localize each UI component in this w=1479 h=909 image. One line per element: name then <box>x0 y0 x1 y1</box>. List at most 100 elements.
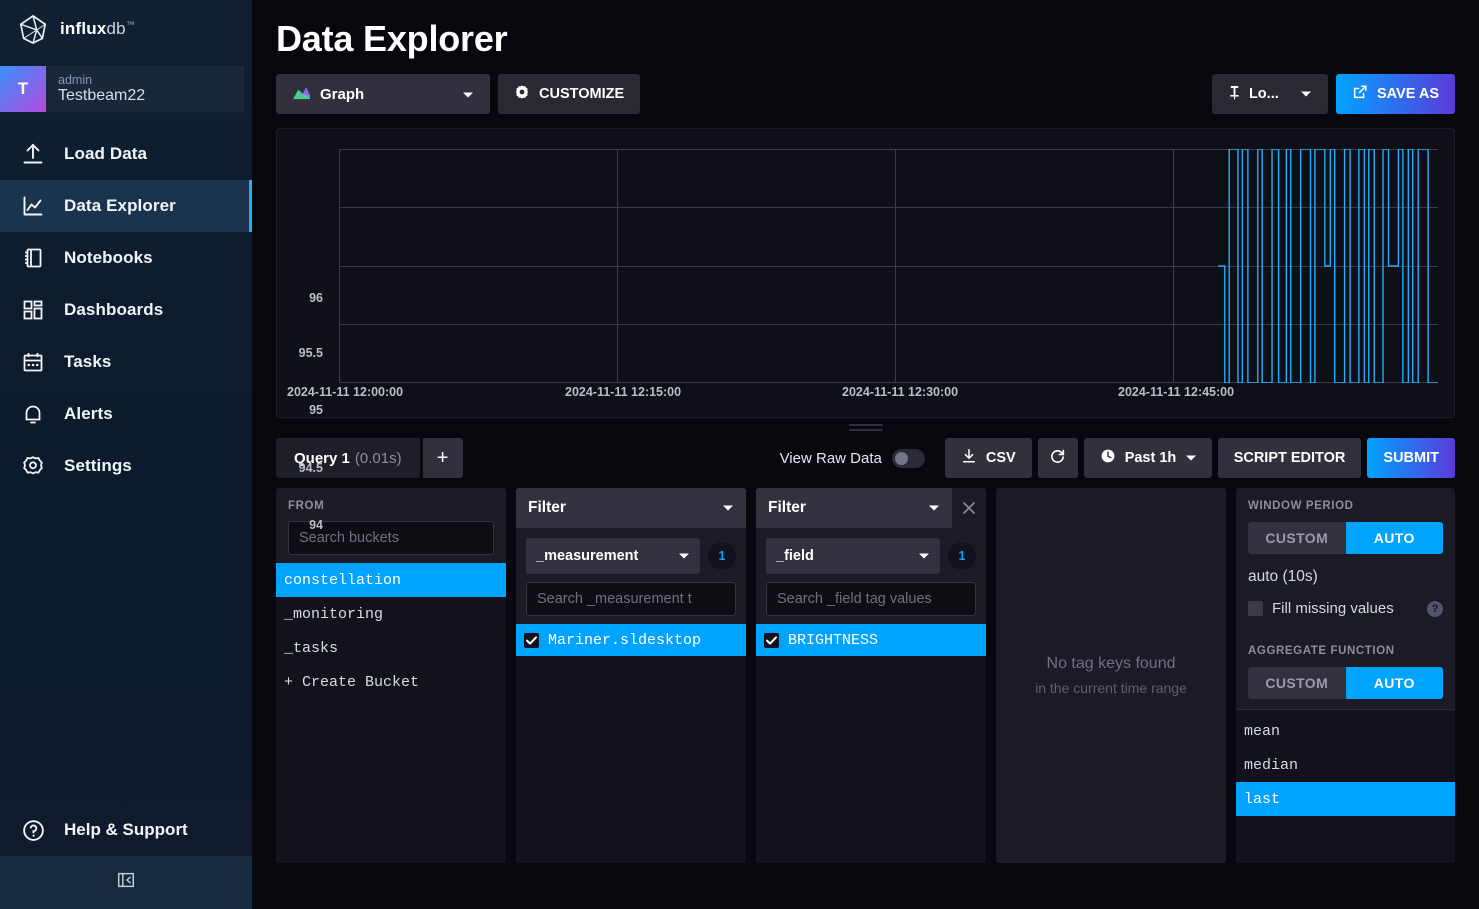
notebook-icon <box>20 245 46 271</box>
calendar-icon <box>20 349 46 375</box>
filter-key-dropdown[interactable]: _field <box>766 538 940 574</box>
function-item-last[interactable]: last <box>1236 782 1455 816</box>
y-tick-label: 95.5 <box>298 346 323 360</box>
chevron-down-icon <box>1300 86 1312 102</box>
app-logo-text: influxdb™ <box>60 19 136 38</box>
y-tick-label: 96 <box>309 291 323 305</box>
window-period-custom-button[interactable]: CUSTOM <box>1248 522 1346 554</box>
script-editor-button[interactable]: SCRIPT EDITOR <box>1217 438 1362 478</box>
locality-label: Lo... <box>1248 86 1279 102</box>
sidebar-item-settings[interactable]: Settings <box>0 440 252 492</box>
graph-inner: 96 95.5 95 94.5 94 2024-11-11 12:00:00 2… <box>277 129 1454 532</box>
x-tick-label: 2024-11-11 12:15:00 <box>565 385 682 399</box>
save-as-button[interactable]: SAVE AS <box>1335 74 1455 114</box>
empty-state-subtitle: in the current time range <box>1035 680 1187 696</box>
from-label: FROM <box>288 500 325 512</box>
panel-resize-handle[interactable] <box>848 424 883 432</box>
customize-label: CUSTOMIZE <box>539 86 625 102</box>
window-period-toggle: CUSTOM AUTO <box>1248 522 1443 554</box>
field-item-brightness[interactable]: BRIGHTNESS <box>756 624 986 656</box>
visualization-type-dropdown[interactable]: Graph <box>276 74 490 114</box>
filter-selection-count: 1 <box>708 542 736 570</box>
refresh-button[interactable] <box>1037 438 1078 478</box>
question-mark-icon[interactable]: ? <box>1427 600 1443 617</box>
sidebar: influxdb™ T admin Testbeam22 Load Data D… <box>0 0 252 909</box>
window-period-auto-button[interactable]: AUTO <box>1345 522 1443 554</box>
bucket-list: constellation _monitoring _tasks + Creat… <box>276 563 506 863</box>
csv-label: CSV <box>985 450 1016 466</box>
aggregate-custom-button[interactable]: CUSTOM <box>1248 667 1346 699</box>
sidebar-item-label: Load Data <box>64 144 148 163</box>
sidebar-item-help-support[interactable]: Help & Support <box>0 804 252 856</box>
view-raw-data-toggle[interactable]: View Raw Data <box>780 448 925 468</box>
search-measurement-input[interactable] <box>526 582 736 616</box>
sidebar-item-data-explorer[interactable]: Data Explorer <box>0 180 252 232</box>
csv-download-button[interactable]: CSV <box>944 438 1032 478</box>
tag-keys-empty-state: No tag keys found in the current time ra… <box>996 488 1226 863</box>
aggregate-auto-button[interactable]: AUTO <box>1345 667 1443 699</box>
page-title: Data Explorer <box>276 18 508 59</box>
gear-icon <box>514 84 530 104</box>
bucket-item-constellation[interactable]: constellation <box>276 563 506 597</box>
sidebar-item-notebooks[interactable]: Notebooks <box>0 232 252 284</box>
graph-panel[interactable]: 96 95.5 95 94.5 94 2024-11-11 12:00:00 2… <box>276 128 1455 532</box>
filter-type-dropdown[interactable]: Filter <box>756 488 952 528</box>
app-logo[interactable]: influxdb™ <box>0 0 252 58</box>
filter-search-wrap <box>516 582 746 624</box>
query-builder: FROM constellation _monitoring _tasks + … <box>276 488 1455 863</box>
search-field-values-input[interactable] <box>766 582 976 616</box>
sidebar-item-alerts[interactable]: Alerts <box>0 388 252 440</box>
create-bucket-button[interactable]: + Create Bucket <box>276 665 506 699</box>
x-tick-label: 2024-11-11 12:00:00 <box>287 385 404 399</box>
filter-key-label: _measurement <box>536 548 639 564</box>
time-range-dropdown[interactable]: Past 1h <box>1083 438 1212 478</box>
add-query-button[interactable]: + <box>422 438 463 478</box>
empty-state-title: No tag keys found <box>1046 655 1176 672</box>
chevron-down-icon <box>1185 450 1197 466</box>
fill-missing-values-row[interactable]: Fill missing values ? <box>1248 600 1443 617</box>
filter-key-row: _measurement 1 <box>516 528 746 582</box>
filter-key-dropdown[interactable]: _measurement <box>526 538 700 574</box>
main-content: Data Explorer Graph CUSTOMIZE Lo... SAVE… <box>252 0 1479 909</box>
bucket-item-tasks[interactable]: _tasks <box>276 631 506 665</box>
window-period-section: WINDOW PERIOD CUSTOM AUTO auto (10s) Fil… <box>1236 488 1455 627</box>
function-item-median[interactable]: median <box>1236 748 1455 782</box>
close-icon[interactable] <box>952 488 986 528</box>
sidebar-item-dashboards[interactable]: Dashboards <box>0 284 252 336</box>
sidebar-item-label: Alerts <box>64 404 113 423</box>
checkbox-unchecked-icon[interactable] <box>1248 601 1263 616</box>
filter-selection-count: 1 <box>948 542 976 570</box>
checkbox-checked-icon <box>524 632 539 648</box>
sidebar-item-load-data[interactable]: Load Data <box>0 128 252 180</box>
y-tick-label: 94.5 <box>298 461 323 475</box>
time-range-label: Past 1h <box>1124 450 1177 466</box>
pin-icon <box>1228 85 1241 104</box>
clock-icon <box>1100 448 1116 468</box>
question-circle-icon <box>20 817 46 843</box>
visualization-type-label: Graph <box>320 85 365 103</box>
submit-button[interactable]: SUBMIT <box>1367 438 1455 478</box>
measurement-item-mariner-sldesktop[interactable]: Mariner.sldesktop <box>516 624 746 656</box>
graph-type-icon <box>292 85 311 104</box>
series-line-brightness <box>339 149 1438 383</box>
window-period-value: auto (10s) <box>1248 568 1318 585</box>
visualization-toolbar: Graph CUSTOMIZE Lo... SAVE AS <box>276 74 1455 114</box>
locality-dropdown[interactable]: Lo... <box>1211 74 1328 114</box>
customize-button[interactable]: CUSTOMIZE <box>498 74 641 114</box>
bucket-item-monitoring[interactable]: _monitoring <box>276 597 506 631</box>
x-tick-label: 2024-11-11 12:45:00 <box>1118 385 1235 399</box>
sidebar-item-tasks[interactable]: Tasks <box>0 336 252 388</box>
toggle-switch[interactable] <box>891 448 925 468</box>
chevron-down-icon <box>722 499 734 517</box>
fill-missing-values-label: Fill missing values <box>1272 600 1394 617</box>
sidebar-collapse-button[interactable] <box>0 856 252 909</box>
user-account-item[interactable]: T admin Testbeam22 <box>0 66 244 112</box>
filter-type-dropdown[interactable]: Filter <box>516 488 746 528</box>
function-item-mean[interactable]: mean <box>1236 714 1455 748</box>
bucket-selector-card: FROM constellation _monitoring _tasks + … <box>276 488 506 863</box>
sidebar-item-label: Dashboards <box>64 300 164 319</box>
filter-header-label: Filter <box>528 499 566 516</box>
filter-card-measurement: Filter _measurement 1 Search _measuremen… <box>516 488 746 863</box>
x-tick-label: 2024-11-11 12:30:00 <box>842 385 959 399</box>
sidebar-help-label: Help & Support <box>64 820 188 839</box>
